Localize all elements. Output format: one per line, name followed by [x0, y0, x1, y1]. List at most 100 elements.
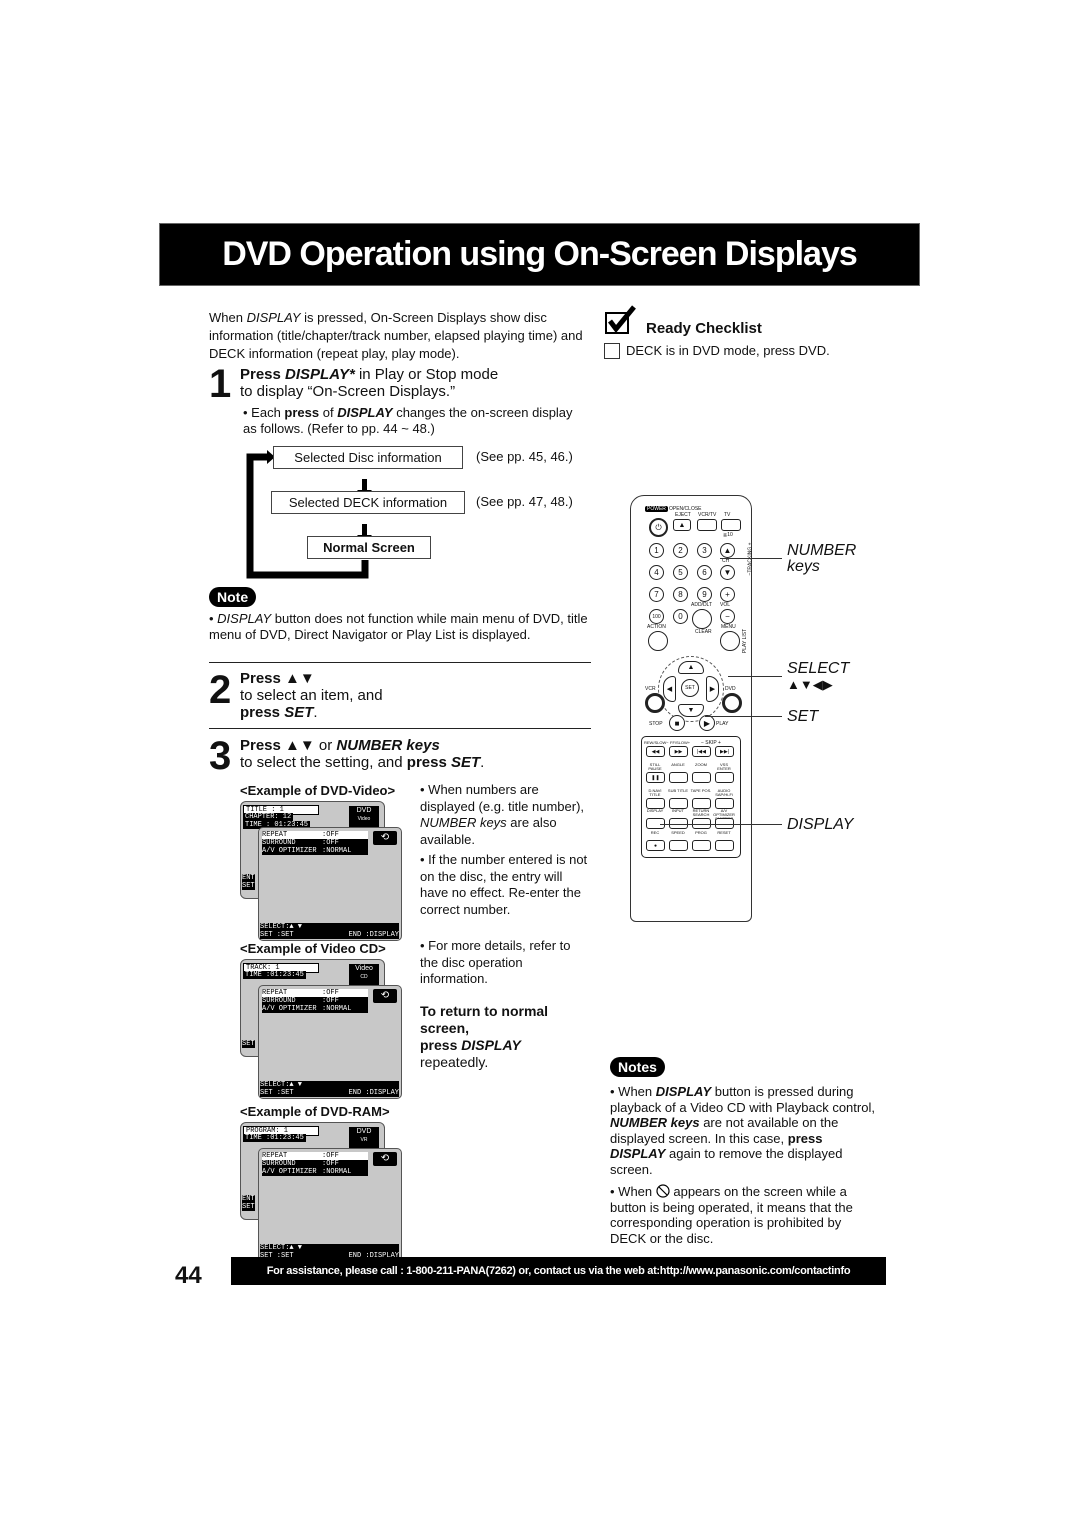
play-button[interactable]: ▶	[699, 715, 715, 731]
dvd-button[interactable]	[722, 693, 742, 713]
pause-button[interactable]: ❚❚	[646, 772, 665, 783]
osd-setting-row[interactable]: SURROUND:OFF	[262, 839, 368, 847]
button-label: REC	[650, 830, 660, 835]
prog-button[interactable]	[692, 840, 711, 851]
osd-disc-line: CHAPTER: 12	[243, 813, 294, 821]
number-key-0[interactable]: 0	[673, 609, 688, 624]
enter-button[interactable]	[715, 772, 734, 783]
osd-setting-row[interactable]: SURROUND:OFF	[262, 1160, 368, 1168]
action-button[interactable]	[648, 631, 668, 651]
number-key-3[interactable]: 3	[697, 543, 712, 558]
note-badge: Note	[209, 587, 257, 607]
ready-checklist-title: Ready Checklist	[646, 320, 762, 337]
step-1-number: 1	[209, 362, 232, 406]
divider	[209, 728, 591, 729]
side-bullet-1: • When numbers are displayed (e.g. title…	[420, 782, 585, 847]
channel-down-button[interactable]: ▼	[720, 565, 735, 580]
button-label: STILL PAUSE	[648, 762, 662, 771]
osd-setting-row[interactable]: REPEAT:OFF	[262, 831, 368, 839]
channel-up-button[interactable]: ▲	[720, 543, 735, 558]
up-button[interactable]: ▲	[678, 661, 704, 674]
repeat-icon: ⟲	[373, 989, 397, 1003]
osd-setting-row[interactable]: REPEAT:OFF	[262, 989, 368, 997]
osd-side-text: SET	[242, 1040, 255, 1048]
reset-button[interactable]	[715, 840, 734, 851]
example-label: <Example of DVD-Video>	[240, 783, 396, 798]
button-label: AUDIO SAP/Hi-Fi	[715, 788, 733, 797]
return-note: To return to normal screen, press DISPLA…	[420, 1003, 549, 1070]
flow-box-normal-screen: Normal Screen	[307, 536, 431, 559]
button-label: VSS ENTER	[717, 762, 731, 771]
step-2-line-1: Press ▲▼	[240, 670, 315, 687]
tv-button[interactable]	[721, 519, 741, 531]
button-label: RETURN SEARCH	[692, 808, 710, 817]
step-1-bullet: • Each press of DISPLAY changes the on-s…	[243, 405, 573, 436]
osd-deck-info-screen: REPEAT:OFF SURROUND:OFF A/V OPTIMIZER:NORM…	[258, 827, 402, 941]
number-keys-leader	[720, 558, 782, 559]
button-label: SPEED	[671, 830, 685, 835]
example-label: <Example of Video CD>	[240, 941, 386, 956]
rewind-button[interactable]: ◀◀	[646, 746, 665, 757]
example-label: <Example of DVD-RAM>	[240, 1104, 390, 1119]
menu-button[interactable]	[720, 631, 740, 651]
skip-back-button[interactable]: |◀◀	[692, 746, 711, 757]
osd-setting-row[interactable]: A/V OPTIMIZER:NORMAL	[262, 1005, 368, 1013]
osd-side-text: SET	[242, 882, 255, 890]
osd-deck-info-screen: REPEAT:OFF SURROUND:OFF A/V OPTIMIZER:NORM…	[258, 1148, 402, 1262]
number-key-8[interactable]: 8	[673, 587, 688, 602]
ready-checklist: Ready Checklist DECK is in DVD mode, pre…	[604, 305, 894, 365]
vcr-tv-button[interactable]	[697, 519, 717, 531]
volume-up-button[interactable]: +	[720, 587, 735, 602]
number-key-7[interactable]: 7	[649, 587, 664, 602]
add-dlt-button[interactable]	[692, 609, 712, 629]
speed-button[interactable]	[669, 840, 688, 851]
side-bullet-2: • If the number entered is not on the di…	[420, 852, 588, 917]
fast-forward-button[interactable]: ▶▶	[669, 746, 688, 757]
button-label: SUB TITLE	[667, 788, 689, 793]
number-key-4[interactable]: 4	[649, 565, 664, 580]
flow-ref-1: (See pp. 45, 46.)	[476, 449, 573, 464]
button-label: D.NAVI TITLE	[648, 788, 662, 797]
step-1-line-1: Press DISPLAY* in Play or Stop mode	[240, 366, 499, 383]
number-key-1[interactable]: 1	[649, 543, 664, 558]
assistance-footer: For assistance, please call : 1-800-211-…	[231, 1257, 886, 1285]
osd-setting-row[interactable]: A/V OPTIMIZER:NORMAL	[262, 1168, 368, 1176]
flow-box-disc-info: Selected Disc information	[273, 446, 463, 469]
number-key-2[interactable]: 2	[673, 543, 688, 558]
checkmark-box-icon	[605, 305, 636, 334]
stop-button[interactable]: ■	[669, 715, 685, 731]
left-button[interactable]: ◀	[663, 676, 676, 702]
step-3-number: 3	[209, 734, 232, 778]
osd-setting-row[interactable]: REPEAT:OFF	[262, 1152, 368, 1160]
step-1-line-2: to display “On-Screen Displays.”	[240, 383, 456, 400]
checklist-checkbox[interactable]	[604, 343, 620, 359]
skip-forward-button[interactable]: ▶▶|	[715, 746, 734, 757]
number-key-100[interactable]: 100	[649, 609, 664, 624]
volume-down-button[interactable]: −	[720, 609, 735, 624]
osd-setting-row[interactable]: A/V OPTIMIZER:NORMAL	[262, 847, 368, 855]
power-button[interactable]: ⏻	[649, 518, 668, 537]
eject-button[interactable]: ▲	[673, 519, 691, 531]
intro-paragraph: When DISPLAY is pressed, On-Screen Displ…	[209, 310, 583, 361]
angle-button[interactable]	[669, 772, 688, 783]
number-key-6[interactable]: 6	[697, 565, 712, 580]
repeat-icon: ⟲	[373, 831, 397, 845]
flow-box-deck-info: Selected DECK information	[271, 491, 465, 514]
set-leader	[705, 716, 782, 717]
repeat-icon: ⟲	[373, 1152, 397, 1166]
number-key-9[interactable]: 9	[697, 587, 712, 602]
set-button[interactable]: SET	[681, 679, 699, 697]
number-key-5[interactable]: 5	[673, 565, 688, 580]
button-label: RESET	[717, 830, 731, 835]
display-leader	[660, 824, 782, 825]
display-callout: DISPLAY	[787, 816, 854, 833]
divider	[209, 662, 591, 663]
notes-badge: Notes	[610, 1057, 665, 1077]
button-label: ANGLE	[671, 762, 685, 767]
osd-setting-row[interactable]: SURROUND:OFF	[262, 997, 368, 1005]
select-leader	[728, 676, 782, 677]
select-callout: SELECT ▲▼◀▶	[787, 660, 850, 693]
zoom-button[interactable]	[692, 772, 711, 783]
rec-button[interactable]: ●	[646, 840, 665, 851]
vcr-button[interactable]	[645, 693, 665, 713]
